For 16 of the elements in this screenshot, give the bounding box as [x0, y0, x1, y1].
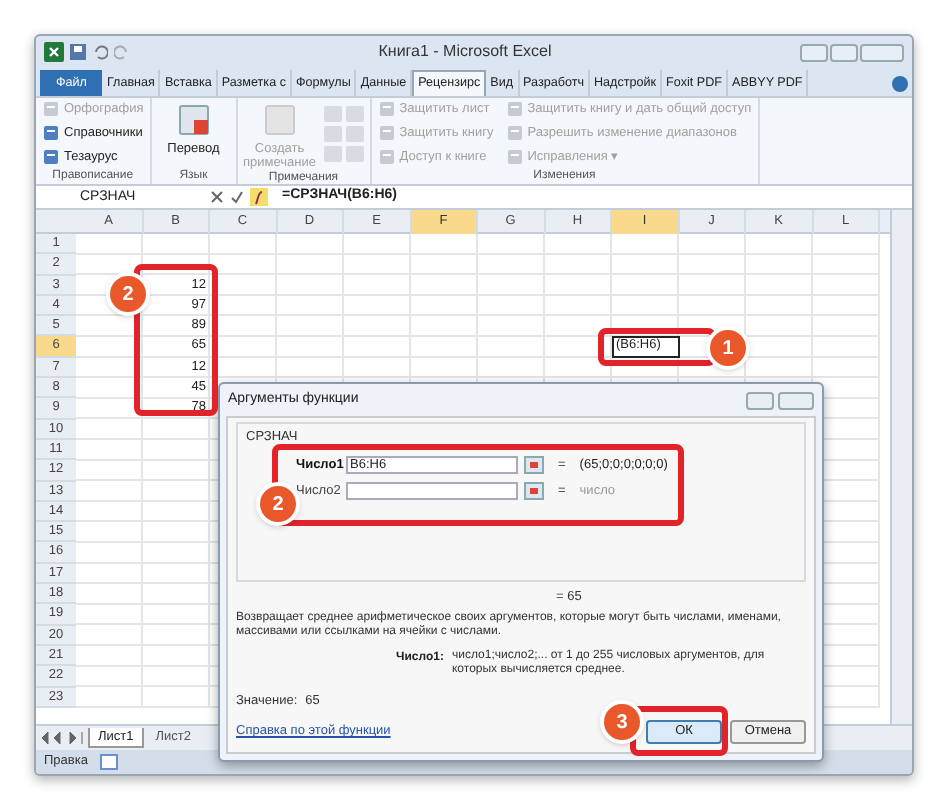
save-icon[interactable]	[70, 44, 86, 60]
redo-icon[interactable]	[114, 44, 130, 60]
help-button[interactable]	[746, 391, 774, 409]
minimize-button[interactable]	[800, 43, 828, 61]
cancel-icon[interactable]	[210, 190, 224, 204]
undo-icon[interactable]	[92, 44, 108, 60]
excel-logo-icon	[44, 42, 64, 62]
window-title: Книга1 - Microsoft Excel	[376, 40, 554, 64]
check-icon[interactable]	[230, 190, 244, 204]
argument-field[interactable]	[346, 481, 518, 500]
close-button[interactable]	[778, 391, 814, 409]
function-icon[interactable]	[250, 188, 268, 206]
vertical-scrollbar[interactable]	[890, 210, 912, 724]
maximize-button[interactable]	[830, 43, 858, 61]
close-button[interactable]	[860, 43, 904, 61]
sheet-navigation-icon[interactable]	[40, 732, 84, 744]
